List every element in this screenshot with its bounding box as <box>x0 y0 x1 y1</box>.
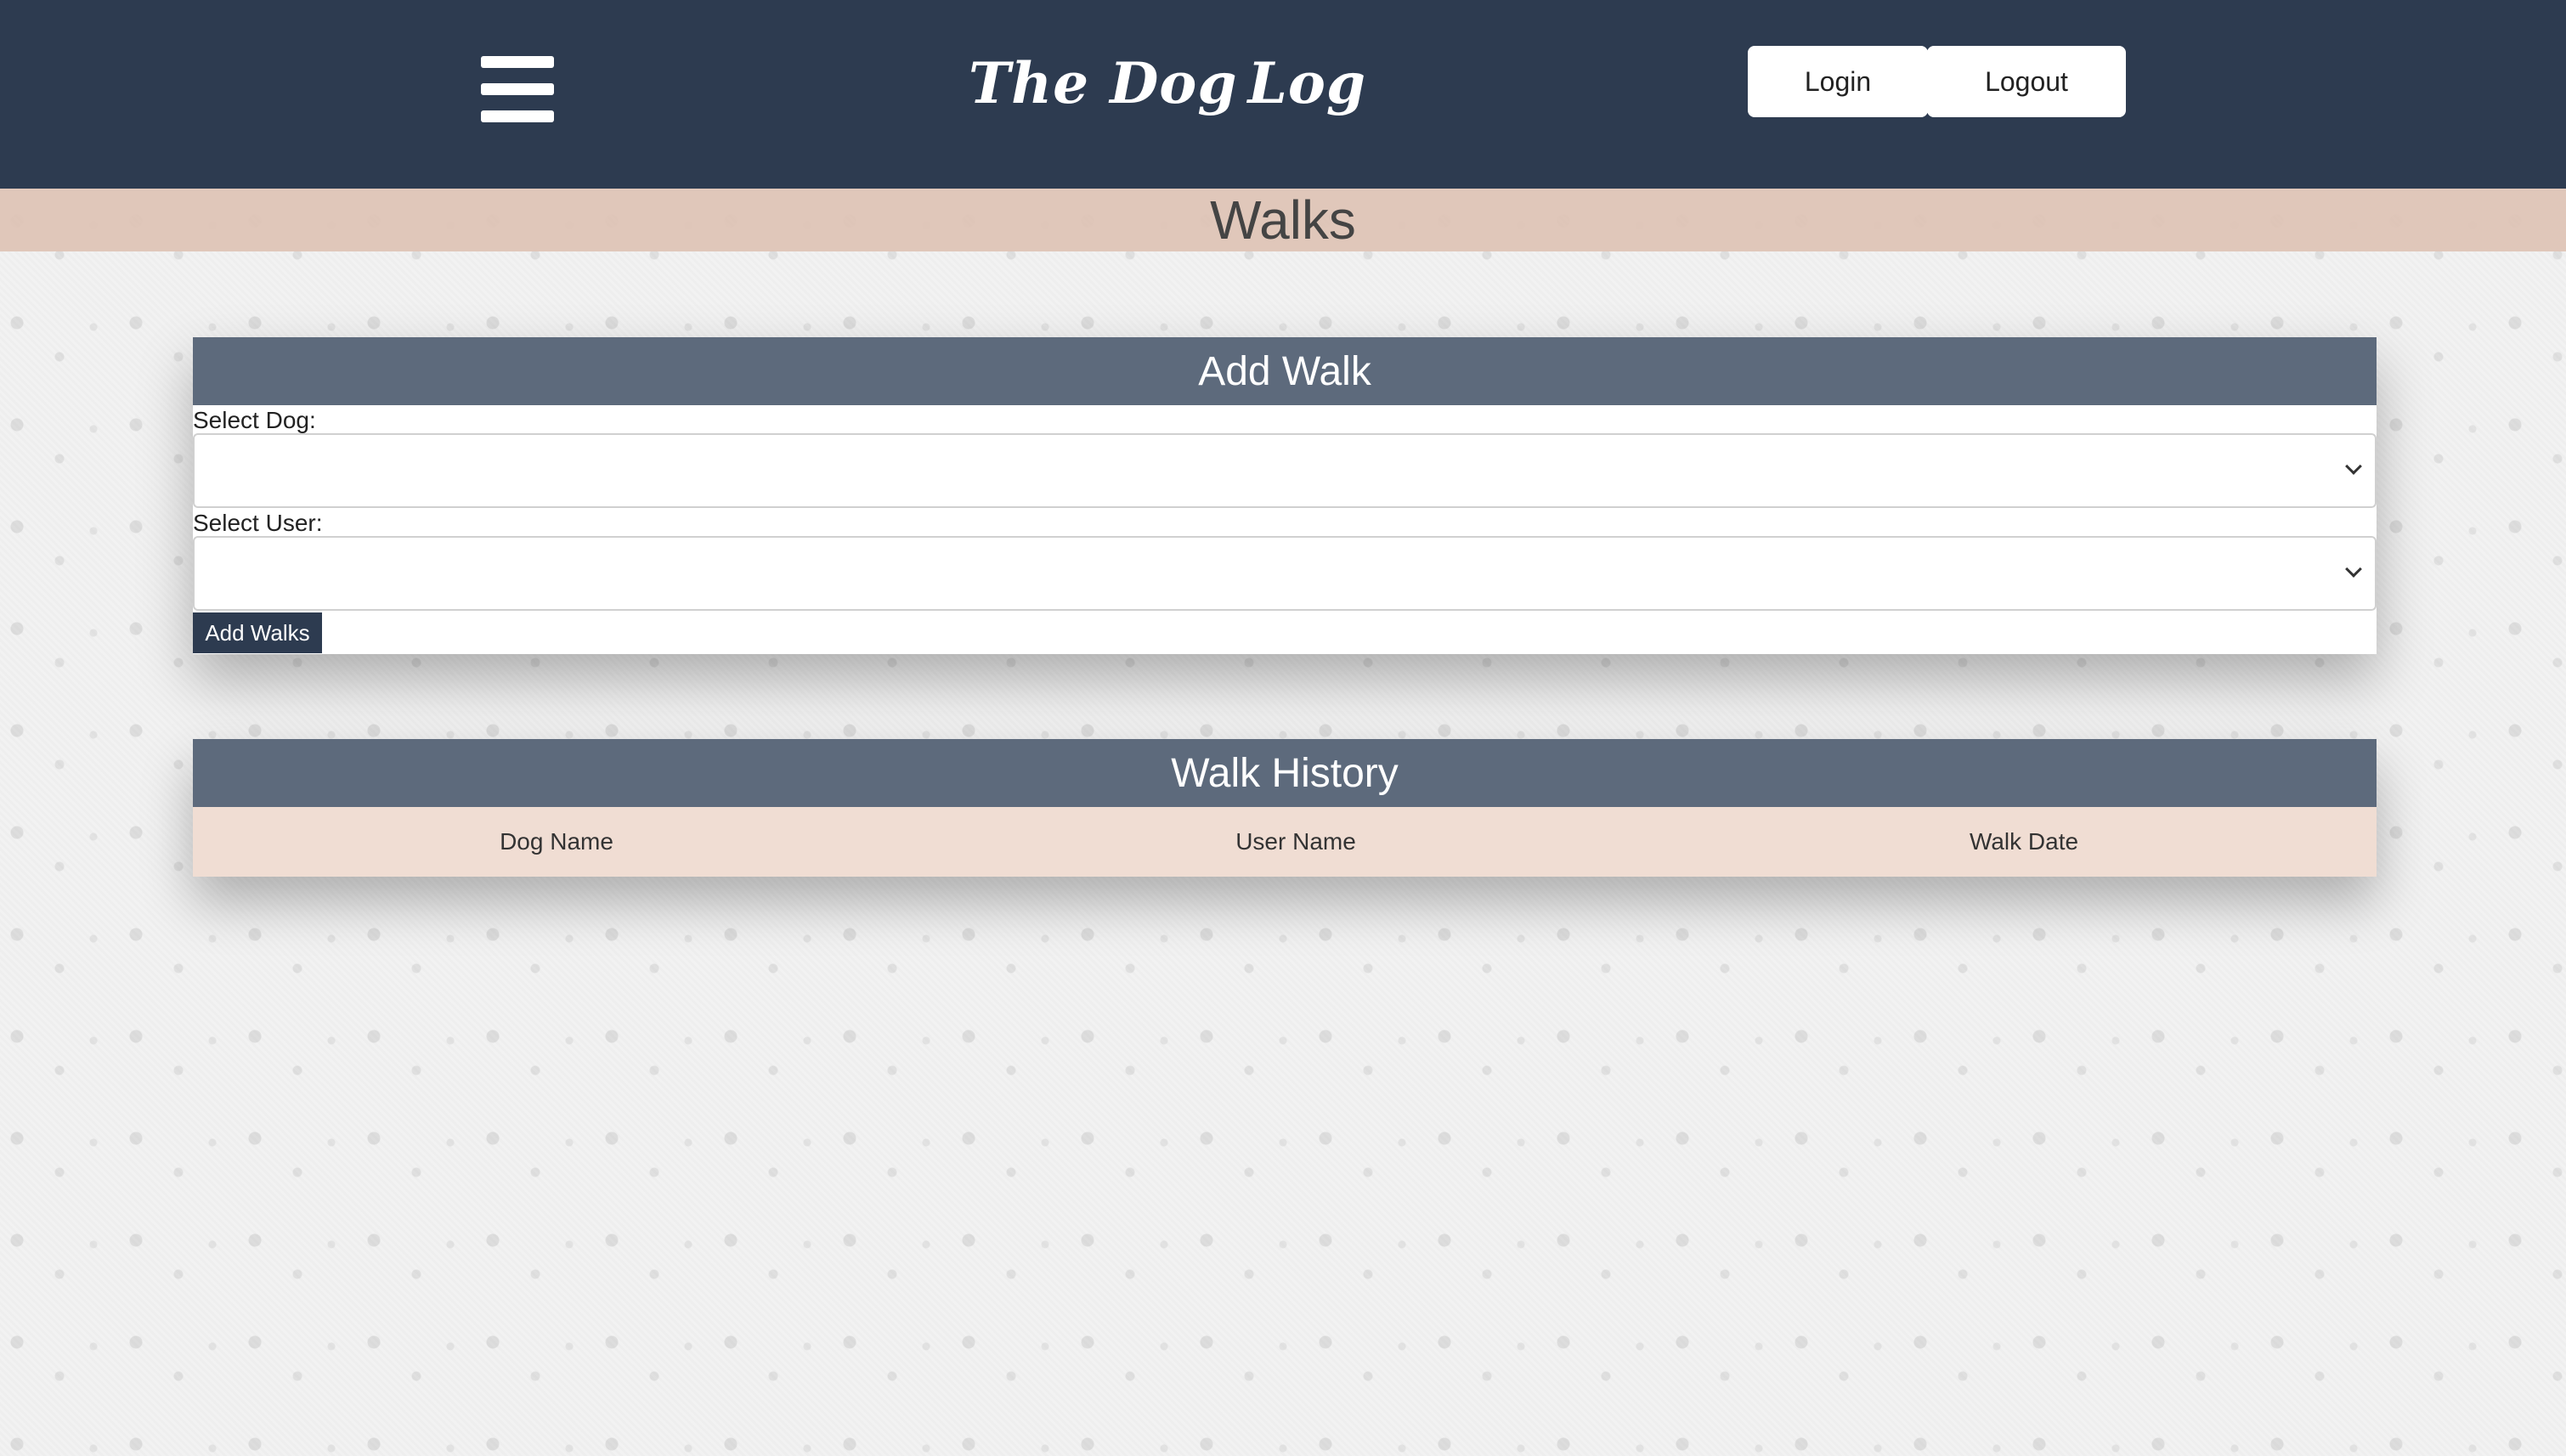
walk-history-table-header: Dog Name User Name Walk Date <box>193 807 2377 877</box>
page-title-band: Walks <box>0 189 2566 251</box>
add-walks-button[interactable]: Add Walks <box>193 612 322 653</box>
select-dog-dropdown[interactable] <box>193 433 2377 508</box>
select-user-dropdown[interactable] <box>193 536 2377 611</box>
logout-button[interactable]: Logout <box>1927 46 2126 117</box>
select-user-label: Select User: <box>193 510 323 536</box>
top-navbar: The Dog Log Login Logout <box>0 0 2566 189</box>
walk-history-card: Walk History Dog Name User Name Walk Dat… <box>193 739 2377 877</box>
column-header-walk-date[interactable]: Walk Date <box>1671 828 2377 855</box>
logo-text-right: Log <box>1247 50 1367 116</box>
logo-text-left: The Dog <box>969 50 1238 116</box>
chevron-down-icon <box>2345 561 2362 578</box>
add-walk-card: Add Walk Select Dog: Select User: Add Wa… <box>193 337 2377 654</box>
chevron-down-icon <box>2345 458 2362 475</box>
page-title: Walks <box>1210 189 1356 251</box>
column-header-dog-name[interactable]: Dog Name <box>193 828 920 855</box>
add-walk-heading: Add Walk <box>1198 348 1371 394</box>
column-header-user-name[interactable]: User Name <box>920 828 1671 855</box>
site-logo[interactable]: The Dog Log <box>969 24 1365 143</box>
walk-history-heading: Walk History <box>1171 750 1399 796</box>
walk-history-header: Walk History <box>193 739 2377 807</box>
hamburger-menu-icon[interactable] <box>481 56 554 122</box>
login-button[interactable]: Login <box>1748 46 1928 117</box>
select-dog-label: Select Dog: <box>193 407 316 433</box>
add-walk-header: Add Walk <box>193 337 2377 405</box>
